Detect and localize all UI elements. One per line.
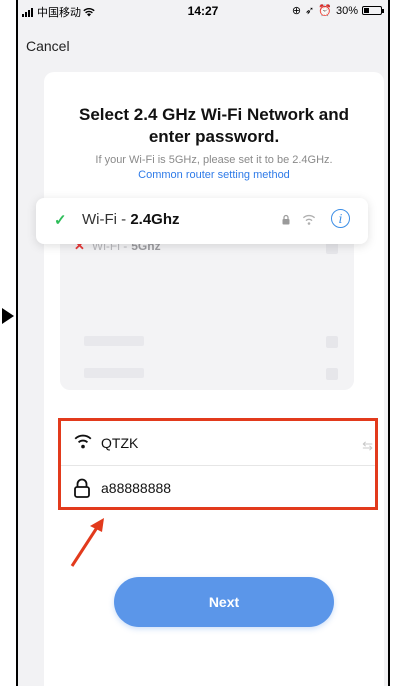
- status-right: ⊕ ➶ ⏰ 30%: [291, 4, 384, 17]
- placeholder-bar: [84, 336, 144, 346]
- battery-icon: [362, 6, 384, 15]
- rotation-lock-icon: ⊕: [291, 5, 302, 17]
- wifi-24ghz-item: ✓ Wi-Fi - 2.4Ghz i: [36, 198, 368, 244]
- placeholder-bar: [84, 368, 144, 378]
- ssid-row[interactable]: QTZK ⇆: [61, 423, 375, 466]
- wifi-24ghz-band: 2.4Ghz: [130, 211, 180, 228]
- placeholder-square: [326, 336, 338, 348]
- next-button[interactable]: Next: [114, 577, 334, 627]
- battery-percent: 30%: [335, 4, 358, 17]
- router-setting-link[interactable]: Common router setting method: [44, 169, 384, 181]
- pointer-arrow-icon: [2, 308, 14, 324]
- check-icon: ✓: [54, 212, 67, 229]
- lock-icon: [282, 214, 290, 225]
- info-icon[interactable]: i: [331, 209, 350, 228]
- wifi-icon: [74, 434, 92, 449]
- password-row[interactable]: a88888888: [61, 468, 375, 510]
- placeholder-square: [326, 368, 338, 380]
- wifi-credentials-form: QTZK ⇆ a88888888: [58, 418, 378, 510]
- phone-screen: 中国移动 14:27 ⊕ ➶ ⏰ 30% Cancel Select 2.4 G…: [16, 0, 390, 686]
- cancel-button[interactable]: Cancel: [26, 38, 70, 54]
- status-bar: 中国移动 14:27 ⊕ ➶ ⏰ 30%: [18, 0, 388, 20]
- switch-network-icon[interactable]: ⇆: [362, 438, 373, 454]
- page-title: Select 2.4 GHz Wi-Fi Network and enter p…: [78, 105, 350, 146]
- lock-icon: [74, 478, 90, 498]
- location-icon: ➶: [305, 5, 315, 17]
- alarm-icon: ⏰: [318, 5, 332, 17]
- band-hint: If your Wi-Fi is 5GHz, please set it to …: [95, 154, 333, 166]
- annotation-arrow-icon: [70, 518, 104, 567]
- password-field[interactable]: a88888888: [101, 480, 171, 496]
- wifi-24ghz-label: Wi-Fi - 2.4Ghz: [82, 211, 180, 228]
- wifi-signal-icon: [302, 214, 316, 225]
- wifi-24ghz-prefix: Wi-Fi -: [82, 211, 131, 228]
- ssid-field[interactable]: QTZK: [101, 435, 138, 451]
